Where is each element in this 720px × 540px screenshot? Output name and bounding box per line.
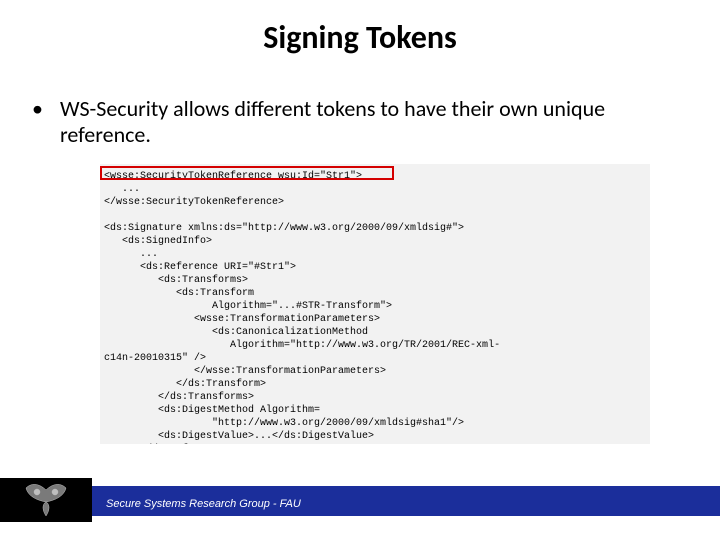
xml-code-block: <wsse:SecurityTokenReference wsu:Id="Str…	[100, 164, 650, 444]
slide-title: Signing Tokens	[0, 18, 720, 57]
footer-text: Secure Systems Research Group - FAU	[106, 498, 301, 510]
bullet-marker: •	[32, 96, 60, 149]
owl-logo-icon	[22, 482, 70, 518]
slide: Signing Tokens • WS-Security allows diff…	[0, 0, 720, 540]
bullet-item: • WS-Security allows different tokens to…	[32, 96, 682, 149]
footer-logo-cell	[0, 478, 92, 522]
bullet-text: WS-Security allows different tokens to h…	[60, 96, 682, 149]
bullet-list: • WS-Security allows different tokens to…	[32, 96, 682, 149]
